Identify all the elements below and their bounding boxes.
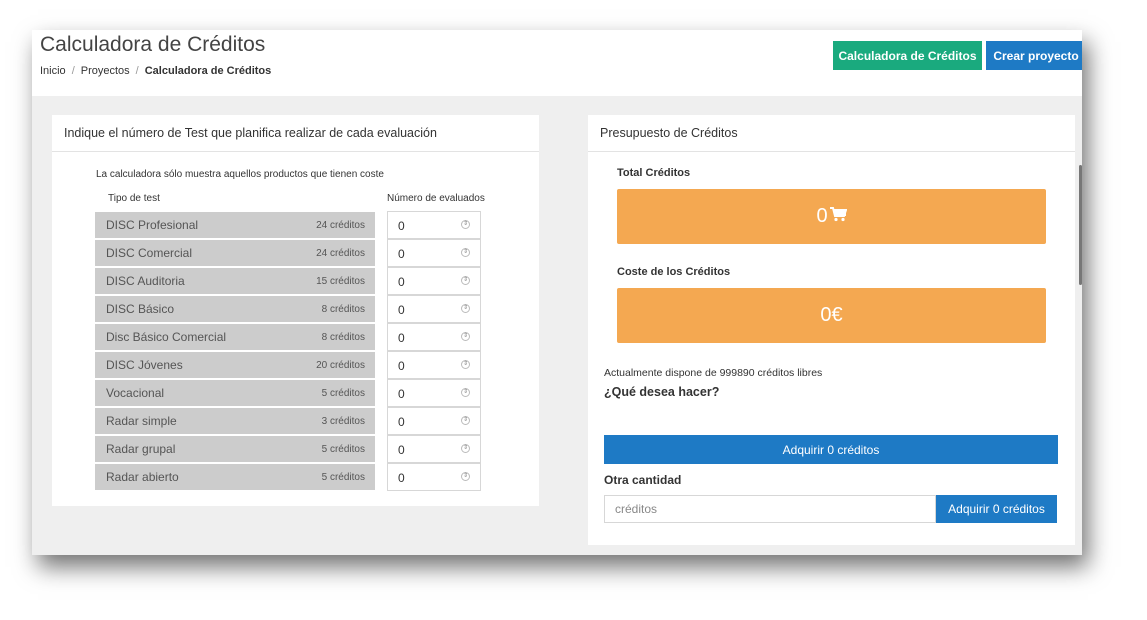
evaluated-count-value: 0 (398, 387, 405, 401)
app-window: Calculadora de Créditos Inicio / Proyectos… (32, 30, 1082, 555)
cart-icon (829, 205, 847, 228)
total-credits-box: 0 (617, 189, 1046, 244)
test-name: Radar abierto (106, 470, 179, 484)
other-amount-input[interactable] (604, 495, 936, 523)
budget-panel-heading: Presupuesto de Créditos (588, 115, 1075, 152)
evaluated-count-value: 0 (398, 331, 405, 345)
evaluated-count-input[interactable]: 0 ⇕ (387, 435, 481, 463)
buy-other-amount-button[interactable]: Adquirir 0 créditos (936, 495, 1057, 523)
credits-cost-box: 0€ (617, 288, 1046, 343)
spinner-icon[interactable]: ⇕ (461, 276, 470, 285)
evaluated-count-value: 0 (398, 219, 405, 233)
page-title: Calculadora de Créditos (40, 33, 266, 56)
spinner-icon[interactable]: ⇕ (461, 472, 470, 481)
buy-credits-button[interactable]: Adquirir 0 créditos (604, 435, 1058, 464)
evaluated-count-value: 0 (398, 471, 405, 485)
evaluated-count-input[interactable]: 0 ⇕ (387, 323, 481, 351)
scrollbar[interactable] (1079, 165, 1082, 285)
breadcrumb-separator: / (135, 65, 139, 77)
breadcrumb-proyectos[interactable]: Proyectos (81, 65, 130, 77)
evaluated-count-input[interactable]: 0 ⇕ (387, 295, 481, 323)
spinner-icon[interactable]: ⇕ (461, 220, 470, 229)
test-row-label: Disc Básico Comercial 8 créditos (95, 324, 375, 350)
test-row-label: Radar simple 3 créditos (95, 408, 375, 434)
spinner-icon[interactable]: ⇕ (461, 416, 470, 425)
breadcrumb-inicio[interactable]: Inicio (40, 65, 66, 77)
evaluated-count-input[interactable]: 0 ⇕ (387, 239, 481, 267)
test-name: Vocacional (106, 386, 165, 400)
evaluated-count-input[interactable]: 0 ⇕ (387, 351, 481, 379)
test-row-label: DISC Comercial 24 créditos (95, 240, 375, 266)
test-credits: 5 créditos (321, 443, 365, 455)
test-row-label: Vocacional 5 créditos (95, 380, 375, 406)
test-name: DISC Auditoria (106, 274, 185, 288)
credits-cost-label: Coste de los Créditos (617, 266, 731, 278)
test-row-label: DISC Auditoria 15 créditos (95, 268, 375, 294)
test-credits: 8 créditos (321, 331, 365, 343)
evaluated-count-input[interactable]: 0 ⇕ (387, 463, 481, 491)
calculator-panel: Indique el número de Test que planifica … (52, 115, 539, 506)
evaluated-count-input[interactable]: 0 ⇕ (387, 379, 481, 407)
available-credits-text: Actualmente dispone de 999890 créditos l… (604, 367, 823, 379)
evaluated-count-value: 0 (398, 415, 405, 429)
test-row-label: Radar abierto 5 créditos (95, 464, 375, 490)
total-credits-value: 0 (816, 205, 828, 227)
evaluated-count-value: 0 (398, 303, 405, 317)
test-name: DISC Jóvenes (106, 358, 183, 372)
spinner-icon[interactable]: ⇕ (461, 444, 470, 453)
spinner-icon[interactable]: ⇕ (461, 248, 470, 257)
action-question: ¿Qué desea hacer? (604, 385, 720, 399)
page-header: Calculadora de Créditos Inicio / Proyectos… (32, 30, 1082, 96)
test-credits: 5 créditos (321, 387, 365, 399)
spinner-icon[interactable]: ⇕ (461, 304, 470, 313)
test-row-label: DISC Profesional 24 créditos (95, 212, 375, 238)
spinner-icon[interactable]: ⇕ (461, 388, 470, 397)
budget-panel: Presupuesto de Créditos Total Créditos 0… (588, 115, 1075, 545)
test-name: DISC Profesional (106, 218, 199, 232)
test-row-label: Radar grupal 5 créditos (95, 436, 375, 462)
breadcrumb: Inicio / Proyectos / Calculadora de Créditos (40, 65, 271, 77)
spinner-icon[interactable]: ⇕ (461, 332, 470, 341)
evaluated-count-value: 0 (398, 443, 405, 457)
other-amount-label: Otra cantidad (604, 473, 682, 487)
evaluated-count-value: 0 (398, 359, 405, 373)
calculator-notice: La calculadora sólo muestra aquellos pro… (96, 169, 384, 180)
test-name: Disc Básico Comercial (106, 330, 227, 344)
breadcrumb-separator: / (71, 65, 75, 77)
test-credits: 24 créditos (316, 219, 365, 231)
test-credits: 5 créditos (321, 471, 365, 483)
evaluated-count-value: 0 (398, 247, 405, 261)
test-name: DISC Básico (106, 302, 175, 316)
evaluated-count-input[interactable]: 0 ⇕ (387, 267, 481, 295)
evaluated-count-input[interactable]: 0 ⇕ (387, 407, 481, 435)
test-credits: 20 créditos (316, 359, 365, 371)
evaluated-count-input[interactable]: 0 ⇕ (387, 211, 481, 239)
breadcrumb-current: Calculadora de Créditos (144, 65, 272, 77)
calculator-button[interactable]: Calculadora de Créditos (833, 41, 982, 70)
column-header-test-type: Tipo de test (108, 193, 160, 204)
calculator-panel-heading: Indique el número de Test que planifica … (52, 115, 539, 152)
test-name: DISC Comercial (106, 246, 193, 260)
test-credits: 3 créditos (321, 415, 365, 427)
total-credits-label: Total Créditos (617, 167, 691, 179)
test-row-label: DISC Jóvenes 20 créditos (95, 352, 375, 378)
credits-cost-value: 0€ (820, 304, 843, 326)
test-credits: 8 créditos (321, 303, 365, 315)
column-header-evaluated: Número de evaluados (387, 193, 485, 204)
evaluated-count-value: 0 (398, 275, 405, 289)
test-name: Radar grupal (106, 442, 176, 456)
test-credits: 15 créditos (316, 275, 365, 287)
test-name: Radar simple (106, 414, 177, 428)
test-credits: 24 créditos (316, 247, 365, 259)
test-row-label: DISC Básico 8 créditos (95, 296, 375, 322)
create-project-button[interactable]: Crear proyecto (986, 41, 1082, 70)
spinner-icon[interactable]: ⇕ (461, 360, 470, 369)
